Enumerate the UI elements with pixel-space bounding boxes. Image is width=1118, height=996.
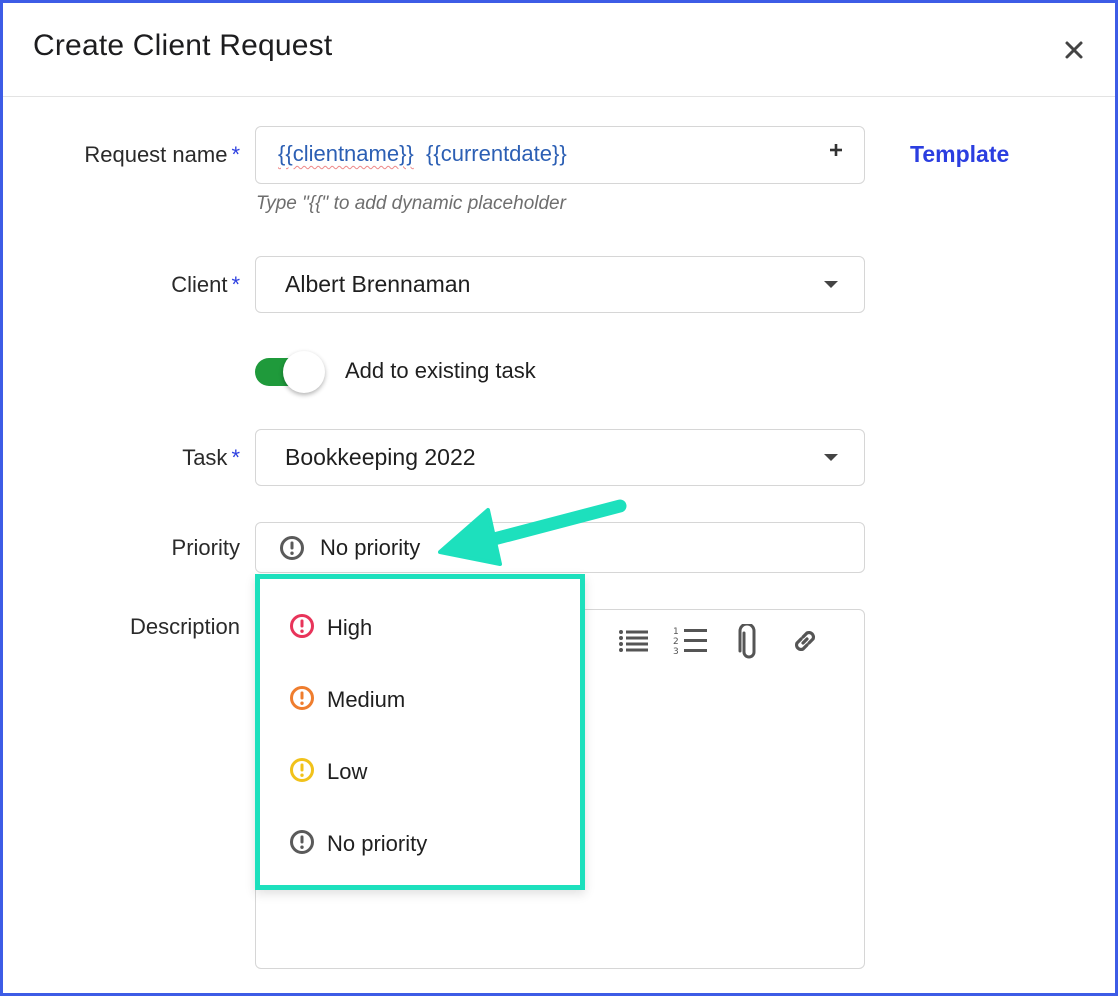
high-priority-icon	[289, 613, 315, 639]
client-label-text: Client	[171, 272, 228, 297]
priority-option-high[interactable]: High	[260, 597, 580, 659]
task-select[interactable]: Bookkeeping 2022	[255, 429, 865, 486]
paperclip-icon[interactable]	[736, 622, 762, 659]
option-label: No priority	[327, 831, 428, 856]
task-value: Bookkeeping 2022	[285, 444, 476, 470]
plus-icon[interactable]	[828, 142, 844, 158]
bulleted-list-icon[interactable]	[617, 624, 651, 658]
option-label: Low	[327, 759, 368, 784]
medium-priority-icon	[289, 685, 315, 711]
dialog-header: Create Client Request	[3, 3, 1115, 97]
client-label: Client *	[171, 272, 240, 298]
option-label: Medium	[327, 687, 406, 712]
toggle-knob	[283, 351, 325, 393]
template-link[interactable]: Template	[910, 141, 1009, 168]
svg-text:1: 1	[673, 627, 679, 637]
chevron-down-icon	[824, 454, 838, 461]
request-name-label-text: Request name	[84, 142, 228, 167]
currentdate-token: {{currentdate}}	[426, 141, 567, 166]
task-label: Task *	[182, 445, 240, 471]
close-icon[interactable]	[1061, 37, 1087, 63]
svg-text:2: 2	[673, 637, 679, 647]
required-mark: *	[231, 272, 240, 297]
no-priority-icon	[289, 829, 315, 855]
option-label: High	[327, 615, 373, 640]
client-value: Albert Brennaman	[285, 271, 471, 297]
annotation-arrow-icon	[430, 490, 640, 585]
add-to-existing-task-toggle[interactable]	[255, 351, 325, 393]
dialog-title: Create Client Request	[33, 29, 333, 62]
required-mark: *	[231, 445, 240, 470]
task-label-text: Task	[182, 445, 228, 470]
priority-option-low[interactable]: Low	[260, 741, 580, 803]
priority-option-medium[interactable]: Medium	[260, 669, 580, 731]
required-mark: *	[231, 142, 240, 167]
request-name-label: Request name *	[84, 142, 240, 168]
clientname-token: {{clientname}}	[278, 141, 414, 166]
svg-text:3: 3	[673, 647, 679, 657]
link-icon[interactable]	[788, 624, 822, 658]
chevron-down-icon	[824, 281, 838, 288]
placeholder-hint: Type "{{" to add dynamic placeholder	[256, 193, 566, 214]
low-priority-icon	[289, 757, 315, 783]
toggle-label: Add to existing task	[345, 358, 536, 383]
request-name-value: {{clientname}} {{currentdate}}	[278, 141, 567, 167]
request-name-input[interactable]: {{clientname}} {{currentdate}}	[255, 126, 865, 184]
client-select[interactable]: Albert Brennaman	[255, 256, 865, 313]
numbered-list-icon[interactable]: 1 2 3	[673, 624, 709, 658]
priority-label: Priority	[171, 535, 240, 560]
priority-dropdown-menu: High Medium Low No priority	[255, 574, 585, 890]
description-label: Description	[129, 614, 240, 639]
priority-value: No priority	[320, 535, 421, 560]
priority-alert-icon	[279, 535, 305, 561]
priority-option-none[interactable]: No priority	[260, 813, 580, 875]
